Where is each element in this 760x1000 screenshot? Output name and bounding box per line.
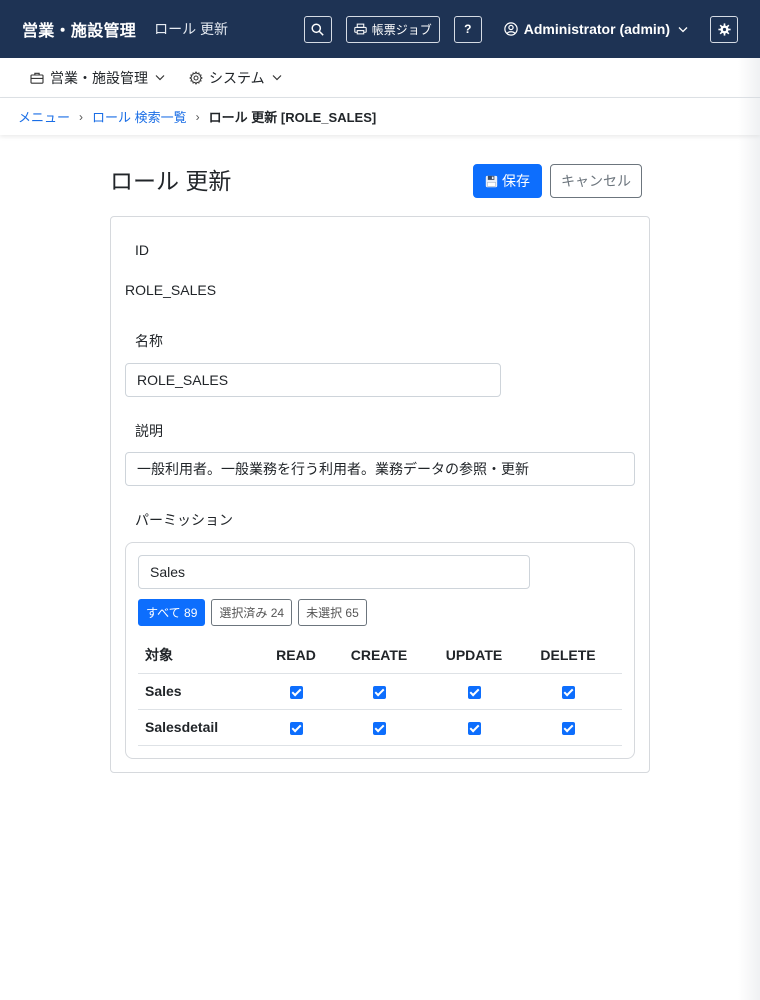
delete-checkbox[interactable] — [561, 685, 575, 699]
chevron-down-icon — [155, 75, 165, 81]
breadcrumb-link-menu[interactable]: メニュー — [18, 107, 70, 126]
breadcrumb-separator: › — [195, 109, 200, 124]
save-button[interactable]: 保存 — [473, 164, 542, 198]
cell-spacer — [606, 709, 622, 746]
permissions-table: 対象 READ CREATE UPDATE DELETE Sales Sales… — [138, 637, 622, 746]
printer-icon — [354, 23, 367, 35]
filter-unselected-chip[interactable]: 未選択 65 — [298, 599, 367, 626]
id-label: ID — [135, 242, 149, 258]
floppy-disk-icon — [485, 175, 498, 187]
create-checkbox[interactable] — [372, 685, 386, 699]
description-label: 説明 — [135, 423, 163, 439]
page-subtitle: ロール 更新 — [154, 21, 228, 37]
breadcrumb-current: ロール 更新 [ROLE_SALES] — [208, 110, 377, 125]
description-input[interactable]: 一般利用者。一般業務を行う利用者。業務データの参照・更新 — [125, 452, 635, 486]
breadcrumb-link-role-search[interactable]: ロール 検索一覧 — [92, 107, 187, 126]
cell-spacer — [606, 673, 622, 710]
cell-read — [252, 673, 340, 710]
table-header-row: 対象 READ CREATE UPDATE DELETE — [138, 637, 622, 674]
row-target-name: Salesdetail — [138, 709, 252, 746]
gear-icon — [717, 22, 731, 36]
name-label: 名称 — [135, 333, 163, 349]
help-button[interactable]: ? — [453, 15, 482, 43]
search-icon — [311, 22, 324, 36]
permissions-label: パーミッション — [135, 512, 233, 528]
update-checkbox[interactable] — [467, 685, 481, 699]
cell-update — [418, 673, 530, 710]
page-edge-shadow — [738, 58, 760, 1000]
column-header-spacer — [606, 637, 622, 674]
print-jobs-button[interactable]: 帳票ジョブ — [345, 15, 440, 43]
print-jobs-label: 帳票ジョブ — [371, 22, 432, 37]
cell-read — [252, 709, 340, 746]
table-row: Salesdetail — [138, 709, 622, 746]
gear-icon — [189, 70, 203, 85]
create-checkbox[interactable] — [372, 721, 386, 735]
column-header-read: READ — [252, 637, 340, 674]
chevron-down-icon — [678, 26, 688, 32]
nav-item-label: システム — [209, 69, 265, 86]
filter-selected-chip[interactable]: 選択済み 24 — [211, 599, 293, 626]
cancel-button[interactable]: キャンセル — [550, 164, 642, 198]
nav-item-label: 営業・施設管理 — [50, 69, 148, 86]
chevron-down-icon — [272, 75, 282, 81]
permissions-panel: Sales すべて 89 選択済み 24 未選択 65 対象 READ CREA… — [125, 542, 635, 759]
top-bar: 営業・施設管理 ロール 更新 帳票ジョブ ? Administrator (ad… — [0, 0, 760, 58]
save-button-label: 保存 — [502, 173, 530, 189]
nav-item-sales-facility[interactable]: 営業・施設管理 — [30, 68, 165, 88]
settings-button[interactable] — [710, 15, 738, 43]
permission-filter-chips: すべて 89 選択済み 24 未選択 65 — [138, 599, 373, 626]
user-name: Administrator (admin) — [523, 21, 670, 37]
cell-create — [340, 673, 418, 710]
role-form-card: ID ROLE_SALES 名称 ROLE_SALES 説明 一般利用者。一般業… — [110, 216, 650, 773]
main-nav: 営業・施設管理 システム — [0, 58, 760, 98]
read-checkbox[interactable] — [289, 721, 303, 735]
user-menu[interactable]: Administrator (admin) — [504, 21, 688, 37]
cell-delete — [530, 673, 606, 710]
name-input[interactable]: ROLE_SALES — [125, 363, 501, 397]
app-brand[interactable]: 営業・施設管理 — [22, 17, 136, 41]
update-checkbox[interactable] — [467, 721, 481, 735]
table-row: Sales — [138, 673, 622, 710]
page-title: ロール 更新 — [110, 168, 232, 194]
cell-create — [340, 709, 418, 746]
nav-item-system[interactable]: システム — [189, 68, 282, 88]
filter-all-chip[interactable]: すべて 89 — [138, 599, 206, 626]
id-value: ROLE_SALES — [125, 282, 217, 298]
delete-checkbox[interactable] — [561, 721, 575, 735]
read-checkbox[interactable] — [289, 685, 303, 699]
briefcase-icon — [30, 72, 44, 84]
column-header-update: UPDATE — [418, 637, 530, 674]
row-target-name: Sales — [138, 673, 252, 710]
search-button[interactable] — [303, 15, 332, 43]
breadcrumb-separator: › — [79, 109, 84, 124]
cell-update — [418, 709, 530, 746]
main-content: ロール 更新 保存 キャンセル ID ROLE_SALES 名称 ROLE_SA… — [110, 164, 650, 773]
breadcrumb: メニュー › ロール 検索一覧 › ロール 更新 [ROLE_SALES] — [0, 98, 760, 135]
column-header-target: 対象 — [138, 637, 252, 674]
column-header-create: CREATE — [340, 637, 418, 674]
user-circle-icon — [504, 22, 518, 36]
page-header: ロール 更新 保存 キャンセル — [110, 164, 650, 216]
cell-delete — [530, 709, 606, 746]
column-header-delete: DELETE — [530, 637, 606, 674]
permission-filter-input[interactable]: Sales — [138, 555, 530, 589]
top-actions: 帳票ジョブ ? Administrator (admin) — [303, 15, 738, 43]
